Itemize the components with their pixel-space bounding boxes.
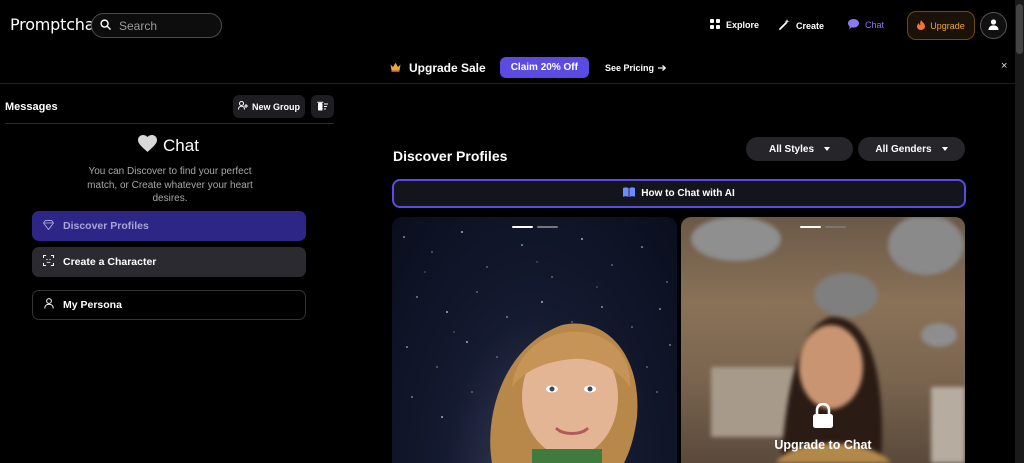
profile-card-locked[interactable]: Upgrade to Chat [681,217,965,463]
messages-sidebar: Messages New Group Chat You can Discover… [0,84,338,463]
messages-title: Messages [5,101,58,113]
top-nav: Promptchan Explore Create Chat Upgrade [0,0,1024,52]
book-icon [623,187,636,200]
discover-profiles-label: Discover Profiles [63,220,149,232]
heart-icon [138,135,158,157]
see-pricing-link[interactable]: See Pricing [604,62,667,73]
lock-icon [812,402,834,434]
trash-filter-icon [317,98,328,116]
claim-discount-button[interactable]: Claim 20% Off [499,57,589,78]
discover-profiles-button[interactable]: Discover Profiles [32,211,306,241]
diamond-icon [42,219,55,233]
search-box[interactable] [91,13,222,38]
user-icon [988,17,999,35]
nav-create-label: Create [796,20,825,31]
nav-chat[interactable]: Chat [848,19,884,31]
scrollbar-thumb[interactable] [1016,4,1023,54]
upgrade-to-chat-label: Upgrade to Chat [774,438,872,452]
upgrade-button[interactable]: Upgrade [907,11,975,40]
nav-chat-label: Chat [865,20,885,30]
arrow-right-icon [657,63,667,73]
my-persona-label: My Persona [63,299,122,311]
sale-banner: Upgrade Sale Claim 20% Off See Pricing × [0,52,1015,84]
genders-dropdown-label: All Genders [875,143,932,155]
create-character-button[interactable]: Create a Character [32,247,306,277]
styles-dropdown-label: All Styles [768,143,815,155]
carousel-indicator [511,226,558,228]
create-character-label: Create a Character [63,256,157,268]
nav-create[interactable]: Create [779,19,824,32]
nav-explore[interactable]: Explore [710,19,759,31]
carousel-indicator [800,226,846,228]
how-to-chat-button[interactable]: How to Chat with AI [392,179,966,208]
how-to-chat-label: How to Chat with AI [641,188,735,199]
new-group-button[interactable]: New Group [233,95,305,118]
chat-heading-label: Chat [163,136,199,155]
search-input[interactable] [119,18,209,33]
fire-icon [917,19,926,32]
delete-filter-button[interactable] [311,95,334,118]
banner-close-icon[interactable]: × [1001,60,1007,72]
upgrade-label: Upgrade [930,20,965,31]
see-pricing-label: See Pricing [604,62,654,73]
add-user-icon [237,101,248,112]
page-title: Discover Profiles [393,148,508,164]
chevron-down-icon [941,147,948,151]
user-avatar-button[interactable] [980,12,1007,39]
crown-icon [390,59,401,77]
grid-icon [710,19,720,31]
chevron-down-icon [824,147,831,151]
my-persona-button[interactable]: My Persona [32,290,306,320]
chat-description: You can Discover to find your perfect ma… [87,166,253,204]
magic-wand-icon [779,19,790,32]
search-icon [100,17,111,35]
styles-dropdown[interactable]: All Styles [746,137,853,161]
genders-dropdown[interactable]: All Genders [858,137,965,161]
face-scan-icon [43,255,54,269]
profile-photo [403,231,671,463]
profile-card[interactable] [392,217,677,463]
nav-explore-label: Explore [726,20,760,30]
sidebar-divider [5,123,334,124]
chat-bubble-icon [848,19,859,31]
sale-text: Upgrade Sale [409,60,486,75]
page-scrollbar[interactable] [1015,0,1024,463]
upgrade-overlay[interactable]: Upgrade to Chat [681,402,965,452]
new-group-label: New Group [251,101,300,112]
chat-heading: Chat [0,135,338,157]
person-icon [44,298,54,312]
